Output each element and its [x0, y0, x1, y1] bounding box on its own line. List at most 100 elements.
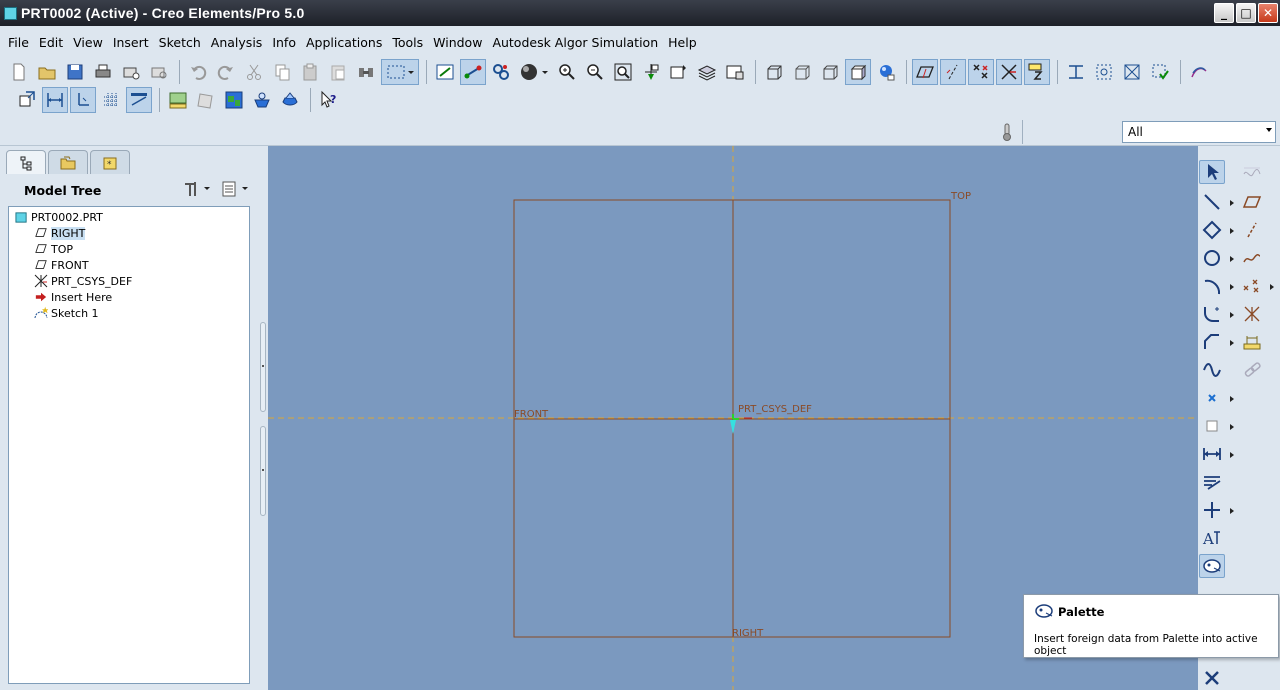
csys-label[interactable]: PRT_CSYS_DEF	[738, 404, 812, 415]
view-manager-icon[interactable]	[722, 59, 748, 85]
palette-tool[interactable]	[1199, 554, 1225, 578]
undo-icon[interactable]	[185, 59, 211, 85]
datum-planes-display-icon[interactable]	[912, 59, 938, 85]
modify-tool[interactable]	[1199, 470, 1225, 494]
new-file-icon[interactable]	[6, 59, 32, 85]
dimension-display-icon[interactable]	[1063, 59, 1089, 85]
datum-axes-display-icon[interactable]	[940, 59, 966, 85]
tree-show-button[interactable]	[220, 179, 250, 199]
text-tool[interactable]: A	[1199, 526, 1225, 550]
tree-item-right[interactable]: RIGHT	[9, 225, 249, 241]
maximize-button[interactable]: □	[1236, 3, 1256, 23]
minimize-button[interactable]: _	[1214, 3, 1234, 23]
reorient-icon[interactable]	[638, 59, 664, 85]
appearance-icon[interactable]	[873, 59, 899, 85]
splitter-grip[interactable]	[260, 322, 266, 412]
chevron-right-icon[interactable]	[1230, 256, 1234, 262]
tree-item-sketch[interactable]: Sketch 1	[9, 305, 249, 321]
disp-vertices-icon[interactable]	[126, 87, 152, 113]
regenerate-icon[interactable]	[353, 59, 379, 85]
no-hidden-icon[interactable]	[817, 59, 843, 85]
line-tool[interactable]	[1199, 190, 1225, 214]
chevron-right-icon[interactable]	[1230, 508, 1234, 514]
dimension-tool[interactable]	[1199, 442, 1225, 466]
chevron-right-icon[interactable]	[1230, 312, 1234, 318]
redo-icon[interactable]	[213, 59, 239, 85]
print-icon[interactable]	[90, 59, 116, 85]
datum-point-tool[interactable]	[1239, 274, 1265, 298]
tree-item-top[interactable]: TOP	[9, 241, 249, 257]
copy-icon[interactable]	[269, 59, 295, 85]
wireframe-icon[interactable]	[761, 59, 787, 85]
shading-icon[interactable]	[845, 59, 871, 85]
menu-view[interactable]: View	[68, 35, 108, 50]
saved-views-icon[interactable]	[666, 59, 692, 85]
tab-favorites[interactable]: *	[90, 150, 130, 174]
grid-display-icon[interactable]	[1119, 59, 1145, 85]
fillet-tool[interactable]	[1199, 302, 1225, 326]
menu-algor-simulation[interactable]: Autodesk Algor Simulation	[487, 35, 663, 50]
selection-filter-select[interactable]: All	[1122, 121, 1276, 143]
quit-sketch-tool[interactable]	[1199, 666, 1225, 690]
paste-icon[interactable]	[297, 59, 323, 85]
paste-special-icon[interactable]	[325, 59, 351, 85]
sketcher-palette-icon[interactable]	[1186, 59, 1212, 85]
sketch-view-icon[interactable]	[14, 87, 40, 113]
chevron-right-icon[interactable]	[1230, 228, 1234, 234]
constraint-tool[interactable]	[1199, 498, 1225, 522]
menu-insert[interactable]: Insert	[108, 35, 154, 50]
hidden-line-icon[interactable]	[789, 59, 815, 85]
arc-tool[interactable]	[1199, 274, 1225, 298]
send-mail-icon[interactable]	[118, 59, 144, 85]
panel-splitter[interactable]	[258, 146, 268, 690]
vertex-display-icon[interactable]	[1147, 59, 1173, 85]
menu-sketch[interactable]: Sketch	[154, 35, 206, 50]
selection-box-icon[interactable]	[381, 59, 419, 85]
menu-applications[interactable]: Applications	[301, 35, 387, 50]
save-icon[interactable]	[62, 59, 88, 85]
point-tool[interactable]	[1199, 386, 1225, 410]
refit-icon[interactable]	[610, 59, 636, 85]
shrinkwrap-icon[interactable]	[193, 87, 219, 113]
disp-dimensions-icon[interactable]	[42, 87, 68, 113]
datum-plane-tool[interactable]	[1239, 190, 1265, 214]
menu-tools[interactable]: Tools	[387, 35, 428, 50]
datum-points-display-icon[interactable]	[968, 59, 994, 85]
sketch-setup-icon[interactable]	[432, 59, 458, 85]
spline-tool[interactable]	[1199, 358, 1225, 382]
chevron-right-icon[interactable]	[1230, 340, 1234, 346]
offset-edge-tool[interactable]	[1199, 414, 1225, 438]
chevron-right-icon[interactable]	[1230, 452, 1234, 458]
zoom-in-icon[interactable]	[554, 59, 580, 85]
chevron-right-icon[interactable]	[1270, 284, 1274, 290]
chevron-right-icon[interactable]	[1230, 396, 1234, 402]
disp-grid-icon[interactable]	[98, 87, 124, 113]
open-folder-icon[interactable]	[34, 59, 60, 85]
chevron-right-icon[interactable]	[1230, 200, 1234, 206]
model-player-icon[interactable]	[165, 87, 191, 113]
menu-info[interactable]: Info	[267, 35, 301, 50]
analysis-tool[interactable]	[1239, 330, 1265, 354]
menu-analysis[interactable]: Analysis	[206, 35, 268, 50]
menu-file[interactable]: File	[3, 35, 34, 50]
chevron-right-icon[interactable]	[1230, 424, 1234, 430]
sketch-constraints-icon[interactable]	[460, 59, 486, 85]
menu-help[interactable]: Help	[663, 35, 702, 50]
tree-item-csys[interactable]: PRT_CSYS_DEF	[9, 273, 249, 289]
tree-item-part[interactable]: PRT0002.PRT	[9, 209, 249, 225]
menu-window[interactable]: Window	[428, 35, 487, 50]
datum-label-top[interactable]: TOP	[951, 191, 971, 202]
select-tool[interactable]	[1199, 160, 1225, 184]
rectangle-tool[interactable]	[1199, 218, 1225, 242]
circle-tool[interactable]	[1199, 246, 1225, 270]
tree-item-front[interactable]: FRONT	[9, 257, 249, 273]
disp-constraints-icon[interactable]	[70, 87, 96, 113]
close-button[interactable]: ✕	[1258, 3, 1278, 23]
splitter-grip[interactable]	[260, 426, 266, 516]
shading-sphere-icon[interactable]	[516, 59, 552, 85]
chain-tool[interactable]	[1239, 358, 1265, 382]
datum-curve-tool[interactable]	[1239, 246, 1265, 270]
datum-axis-tool[interactable]	[1239, 218, 1265, 242]
cut-icon[interactable]	[241, 59, 267, 85]
csys-display-icon[interactable]	[996, 59, 1022, 85]
